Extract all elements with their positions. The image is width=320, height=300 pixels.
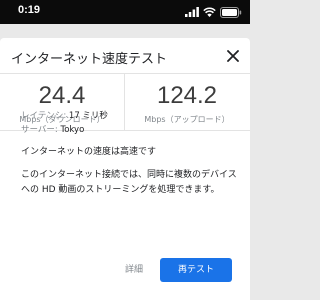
test-details: レイテンシ: 17 ミリ秒 サーバー: Tokyo: [21, 109, 108, 137]
retest-button[interactable]: 再テスト: [160, 258, 232, 282]
signal-icon: [185, 7, 199, 17]
latency-row: レイテンシ: 17 ミリ秒: [21, 109, 108, 123]
status-time: 0:19: [18, 4, 41, 16]
latency-value: 17 ミリ秒: [68, 111, 108, 121]
upload-speed-label: Mbps（アップロード）: [144, 115, 230, 124]
wifi-icon: [203, 7, 216, 17]
battery-icon: [220, 6, 242, 18]
upload-speed: 124.2 Mbps（アップロード）: [125, 74, 249, 131]
download-speed-value: 24.4: [38, 82, 86, 109]
page-title: インターネット速度テスト: [11, 52, 168, 67]
status-icons: [181, 6, 242, 18]
speed-description: このインターネット接続では、同時に複数のデバイスへの HD 動画のストリーミング…: [21, 170, 237, 195]
speed-result-text: インターネットの速度は高速です: [21, 147, 157, 157]
latency-label: レイテンシ:: [21, 111, 69, 121]
server-label: サーバー:: [21, 125, 61, 135]
close-icon: [227, 50, 239, 62]
details-button[interactable]: 詳細: [112, 258, 156, 282]
close-button[interactable]: [222, 45, 244, 67]
server-value: Tokyo: [60, 125, 85, 135]
speed-test-screen: 0:19 インターネット速度テスト 24.4 Mbps（ダウンロード） 124.…: [0, 0, 250, 300]
status-bar: 0:19: [0, 0, 250, 24]
upload-speed-value: 124.2: [156, 82, 218, 109]
sheet-header: インターネット速度テスト: [0, 38, 250, 74]
server-row: サーバー: Tokyo: [21, 123, 108, 137]
